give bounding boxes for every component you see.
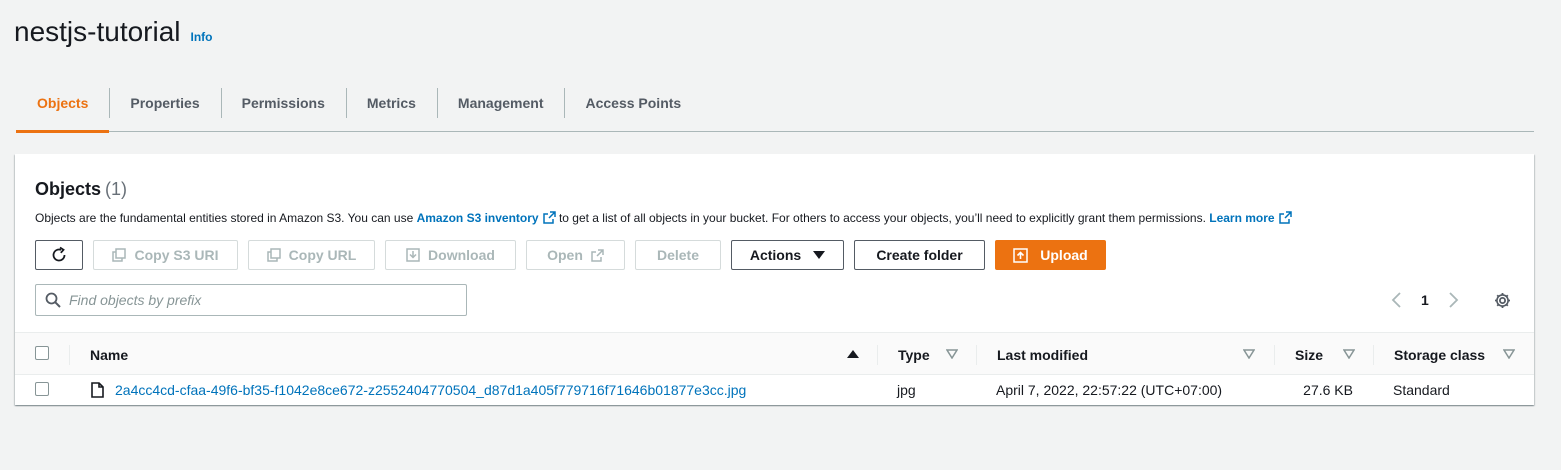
column-header-last-modified[interactable]: Last modified — [997, 333, 1088, 376]
sort-icon[interactable] — [1243, 349, 1255, 359]
column-header-name[interactable]: Name — [90, 333, 128, 376]
info-link[interactable]: Info — [191, 30, 213, 44]
objects-title-text: Objects — [35, 179, 102, 199]
copy-s3-uri-label: Copy S3 URI — [134, 247, 219, 263]
tab-access-points[interactable]: Access Points — [564, 74, 702, 132]
table-row: 2a4cc4cd-cfaa-49f6-bf35-f1042e8ce672-z25… — [15, 375, 1534, 405]
column-header-type[interactable]: Type — [898, 333, 930, 376]
delete-label: Delete — [656, 247, 700, 263]
row-checkbox[interactable] — [35, 382, 49, 396]
actions-dropdown[interactable]: Actions — [731, 240, 844, 270]
description-text-1: Objects are the fundamental entities sto… — [35, 211, 417, 225]
copy-s3-uri-button[interactable]: Copy S3 URI — [93, 240, 238, 270]
column-divider — [69, 345, 70, 365]
refresh-button[interactable] — [35, 240, 83, 270]
search-box — [35, 284, 467, 316]
learn-more-link-label: Learn more — [1209, 211, 1275, 225]
copy-url-button[interactable]: Copy URL — [248, 240, 375, 270]
s3-inventory-link[interactable]: Amazon S3 inventory — [417, 211, 556, 225]
file-icon — [91, 382, 104, 398]
objects-panel-title: Objects (1) — [35, 179, 127, 200]
download-icon — [406, 248, 420, 262]
upload-label: Upload — [1040, 247, 1088, 263]
tab-permissions[interactable]: Permissions — [220, 74, 346, 132]
page-header: nestjs-tutorial Info — [14, 16, 213, 48]
column-divider — [877, 345, 878, 365]
column-divider — [1274, 345, 1275, 365]
open-label: Open — [547, 247, 583, 263]
sort-icon[interactable] — [1343, 349, 1355, 359]
objects-description: Objects are the fundamental entities sto… — [35, 211, 1292, 225]
delete-button[interactable]: Delete — [635, 240, 721, 270]
gear-icon — [1495, 292, 1510, 308]
objects-table-header: Name Type Last modified Size Storage cla… — [15, 332, 1534, 375]
upload-button[interactable]: Upload — [995, 240, 1106, 270]
actions-label: Actions — [749, 247, 802, 263]
create-folder-button[interactable]: Create folder — [854, 240, 985, 270]
object-size: 27.6 KB — [1303, 382, 1353, 398]
search-input[interactable] — [69, 292, 449, 308]
external-link-icon — [542, 211, 556, 224]
copy-url-label: Copy URL — [288, 247, 357, 263]
download-label: Download — [428, 247, 495, 263]
bucket-tabs: Objects Properties Permissions Metrics M… — [16, 74, 1534, 133]
refresh-icon — [52, 246, 66, 262]
column-divider — [976, 345, 977, 365]
learn-more-link[interactable]: Learn more — [1209, 211, 1292, 225]
page-title: nestjs-tutorial — [14, 16, 181, 47]
object-storage-class: Standard — [1393, 382, 1450, 398]
search-icon — [45, 292, 61, 308]
upload-icon — [1013, 247, 1029, 263]
open-button[interactable]: Open — [526, 240, 625, 270]
tab-properties[interactable]: Properties — [109, 74, 220, 132]
chevron-right-icon[interactable] — [1447, 292, 1459, 308]
s3-inventory-link-label: Amazon S3 inventory — [416, 211, 539, 225]
sort-ascending-icon[interactable] — [847, 349, 859, 359]
tab-metrics[interactable]: Metrics — [345, 74, 437, 132]
objects-panel: Objects (1) Objects are the fundamental e… — [15, 154, 1534, 405]
copy-icon — [266, 248, 281, 262]
select-all-checkbox[interactable] — [35, 346, 49, 360]
sort-icon[interactable] — [1503, 349, 1515, 359]
sort-icon[interactable] — [946, 349, 958, 359]
chevron-left-icon[interactable] — [1391, 292, 1403, 308]
object-type: jpg — [897, 382, 916, 398]
tab-management[interactable]: Management — [436, 74, 565, 132]
tab-objects[interactable]: Objects — [16, 74, 110, 133]
preferences-button[interactable] — [1494, 284, 1511, 316]
column-header-size[interactable]: Size — [1295, 333, 1323, 376]
external-link-icon — [591, 248, 604, 262]
download-button[interactable]: Download — [385, 240, 516, 270]
object-name-link[interactable]: 2a4cc4cd-cfaa-49f6-bf35-f1042e8ce672-z25… — [115, 375, 746, 405]
description-text-2: to get a list of all objects in your buc… — [555, 211, 1210, 225]
caret-down-icon — [813, 251, 826, 259]
copy-icon — [112, 248, 127, 262]
object-last-modified: April 7, 2022, 22:57:22 (UTC+07:00) — [996, 382, 1223, 398]
column-divider — [1373, 345, 1374, 365]
pagination: 1 — [1391, 284, 1459, 316]
create-folder-label: Create folder — [876, 247, 963, 263]
current-page-number[interactable]: 1 — [1421, 292, 1429, 308]
column-header-storage-class[interactable]: Storage class — [1394, 333, 1485, 376]
objects-count: (1) — [105, 179, 128, 199]
external-link-icon — [1278, 211, 1292, 224]
